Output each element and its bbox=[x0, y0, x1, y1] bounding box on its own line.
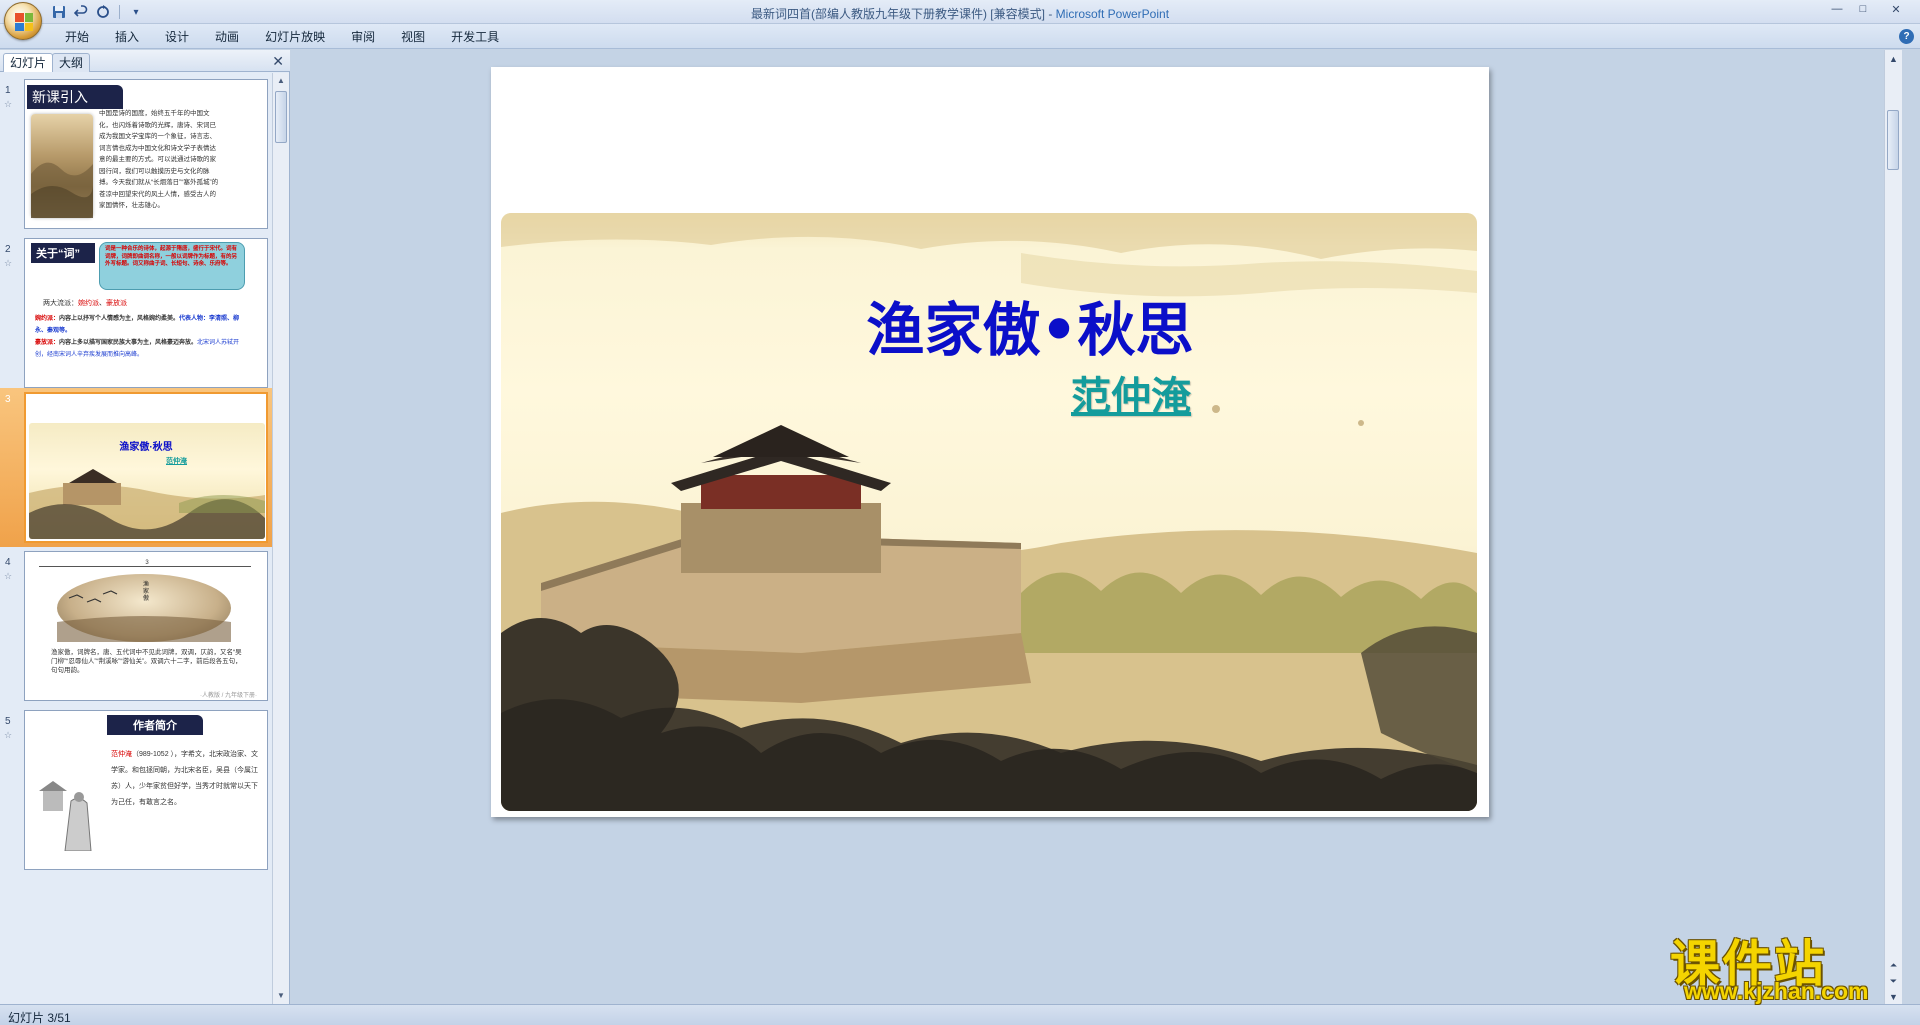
thumbnail-item[interactable]: 1 ☆ 新课引入 中国是诗的国度，始终五千年的中国文化，也闪烁着诗歌的光辉，唐诗… bbox=[0, 79, 272, 235]
slide-number: 4 bbox=[5, 557, 11, 568]
panel-tab-strip: 幻灯片 大纲 ✕ bbox=[0, 50, 290, 72]
animation-star-icon: ☆ bbox=[4, 99, 13, 109]
tab-slides[interactable]: 幻灯片 bbox=[3, 53, 54, 72]
tab-slide-show[interactable]: 幻灯片放映 bbox=[252, 29, 338, 47]
ornament-line bbox=[39, 566, 251, 567]
slide-scrollbar[interactable]: ▲ ⏶ ⏷ ▼ bbox=[1884, 50, 1902, 1004]
vertical-title: 渔家傲 bbox=[143, 582, 150, 602]
author-portrait-image bbox=[31, 751, 103, 852]
status-bar: 幻灯片 3/51 bbox=[0, 1004, 1920, 1025]
thumbnail-item-selected[interactable]: 3 渔家傲·秋思 范仲淹 bbox=[0, 388, 272, 547]
scroll-up-icon[interactable]: ▲ bbox=[1886, 52, 1901, 66]
school-line: 两大流派：婉约派、豪放派 bbox=[43, 300, 127, 307]
tab-insert[interactable]: 插入 bbox=[102, 29, 152, 47]
window-title-app: Microsoft PowerPoint bbox=[1055, 7, 1170, 21]
slide-number: 3 bbox=[5, 394, 11, 405]
tab-home[interactable]: 开始 bbox=[52, 29, 102, 47]
animation-star-icon: ☆ bbox=[4, 571, 13, 581]
window-controls: — □ ✕ bbox=[1824, 0, 1916, 18]
slide-thumbnail-1[interactable]: 新课引入 中国是诗的国度，始终五千年的中国文化，也闪烁着诗歌的光辉，唐诗、宋词已… bbox=[24, 79, 268, 229]
slide-editing-area: 渔家傲•秋思 范仲淹 ▲ ⏶ ⏷ ▼ bbox=[291, 50, 1902, 1004]
ribbon: 开始 插入 设计 动画 幻灯片放映 审阅 视图 开发工具 ? bbox=[0, 24, 1920, 49]
thumb-title: 关于“词” bbox=[31, 243, 95, 263]
thumbnail-item[interactable]: 5 ☆ 作者简介 范仲淹（989-1052 ），字希文，北宋政治家、文学家。和包… bbox=[0, 710, 272, 870]
panel-close-icon[interactable]: ✕ bbox=[272, 53, 284, 70]
tab-animations[interactable]: 动画 bbox=[202, 29, 252, 47]
scroll-thumb[interactable] bbox=[1887, 110, 1899, 170]
slide-number: 1 bbox=[5, 85, 11, 96]
tab-design[interactable]: 设计 bbox=[152, 29, 202, 47]
slide-author-link[interactable]: 范仲淹 bbox=[1071, 364, 1191, 422]
thumb-title: 新课引入 bbox=[27, 85, 123, 109]
scroll-thumb[interactable] bbox=[275, 91, 287, 143]
tab-developer[interactable]: 开发工具 bbox=[438, 29, 512, 47]
slide-thumbnail-4[interactable]: 3 渔家傲 渔家傲，词牌名，唐、五代词中不见此词牌，双调，仄韵，又名“吴门柳”“… bbox=[24, 551, 268, 701]
site-watermark: 课件站 www.kjzhan.com bbox=[1670, 924, 1910, 1004]
scroll-down-icon[interactable]: ▼ bbox=[273, 988, 289, 1004]
slide-counter: 幻灯片 3/51 bbox=[8, 1011, 71, 1025]
definition-bubble: 词是一种合乐的诗体，起源于隋唐，盛行于宋代。词有词牌，词牌即曲调名称，一般以词牌… bbox=[99, 242, 245, 290]
window-title: 最新词四首(部编人教版九年级下册教学课件) [兼容模式] - Microsoft… bbox=[750, 7, 1170, 21]
thumb-body-text: 范仲淹（989-1052 ），字希文，北宋政治家、文学家。和包拯同朝，为北宋名臣… bbox=[111, 751, 259, 806]
slide-title[interactable]: 渔家傲•秋思 bbox=[491, 283, 1489, 367]
thumb-title: 渔家傲·秋思 bbox=[119, 442, 173, 453]
slides-panel: 幻灯片 大纲 ✕ 1 ☆ 新课引入 中国是诗的国度，始终五千年的中国文化，也闪烁… bbox=[0, 50, 290, 1004]
slide-thumbnail-2[interactable]: 关于“词” 词是一种合乐的诗体，起源于隋唐，盛行于宋代。词有词牌，词牌即曲调名称… bbox=[24, 238, 268, 388]
thumbnail-item[interactable]: 2 ☆ 关于“词” 词是一种合乐的诗体，起源于隋唐，盛行于宋代。词有词牌，词牌即… bbox=[0, 238, 272, 394]
slide-number: 5 bbox=[5, 716, 11, 727]
thumbnail-list: 1 ☆ 新课引入 中国是诗的国度，始终五千年的中国文化，也闪烁着诗歌的光辉，唐诗… bbox=[0, 73, 272, 1004]
minimize-button[interactable]: — bbox=[1824, 0, 1850, 18]
thumb-body-text: 渔家傲，词牌名，唐、五代词中不见此词牌，双调，仄韵，又名“吴门柳”“忍辱仙人”“… bbox=[51, 649, 242, 674]
slide-thumbnail-3[interactable]: 渔家傲·秋思 范仲淹 bbox=[24, 392, 268, 543]
thumb-body-text: 中国是诗的国度，始终五千年的中国文化，也闪烁着诗歌的光辉，唐诗、宋词已成为我国文… bbox=[99, 110, 219, 209]
restore-button[interactable]: □ bbox=[1850, 0, 1876, 18]
window-title-document: 最新词四首(部编人教版九年级下册教学课件) [兼容模式] bbox=[750, 7, 1045, 21]
tab-outline[interactable]: 大纲 bbox=[52, 53, 91, 72]
help-icon[interactable]: ? bbox=[1899, 29, 1914, 44]
watermark-url: www.kjzhan.com bbox=[1684, 978, 1869, 1004]
ornament-number: 3 bbox=[145, 560, 149, 566]
landscape-painting-image bbox=[31, 114, 93, 218]
close-button[interactable]: ✕ bbox=[1876, 0, 1916, 18]
office-logo-icon bbox=[15, 13, 33, 31]
wanyue-line: 婉约派：内容上以抒写个人情感为主，风格婉约柔美。代表人物：李清照、柳永、秦观等。 bbox=[35, 316, 240, 334]
tab-review[interactable]: 审阅 bbox=[338, 29, 388, 47]
haofang-line: 豪放派：内容上多以描写国家民族大事为主，风格豪迈奔放。北宋词人苏轼开创，经南宋词… bbox=[35, 340, 240, 358]
slide-thumbnail-5[interactable]: 作者简介 范仲淹（989-1052 ），字希文，北宋政治家、文学家。和包拯同朝，… bbox=[24, 710, 268, 870]
thumbnail-scrollbar[interactable]: ▲ ▼ bbox=[272, 73, 289, 1004]
title-bar: ▾ 最新词四首(部编人教版九年级下册教学课件) [兼容模式] - Microso… bbox=[0, 0, 1920, 40]
scroll-up-icon[interactable]: ▲ bbox=[273, 73, 289, 89]
thumb-author: 范仲淹 bbox=[166, 458, 187, 465]
ribbon-tabs: 开始 插入 设计 动画 幻灯片放映 审阅 视图 开发工具 bbox=[52, 29, 512, 47]
office-button[interactable] bbox=[4, 2, 42, 40]
animation-star-icon: ☆ bbox=[4, 258, 13, 268]
thumb-title: 作者简介 bbox=[107, 715, 203, 735]
thumbnail-item[interactable]: 4 ☆ 3 渔家傲 渔家傲，词牌名，唐、五代词中不见此词牌，双调，仄韵，又名“吴… bbox=[0, 551, 272, 707]
slide-number: 2 bbox=[5, 244, 11, 255]
animation-star-icon: ☆ bbox=[4, 730, 13, 740]
tab-view[interactable]: 视图 bbox=[388, 29, 438, 47]
current-slide[interactable]: 渔家傲•秋思 范仲淹 bbox=[491, 67, 1489, 817]
thumb-footer: ·人教版 / 九年级下册· bbox=[200, 693, 257, 699]
